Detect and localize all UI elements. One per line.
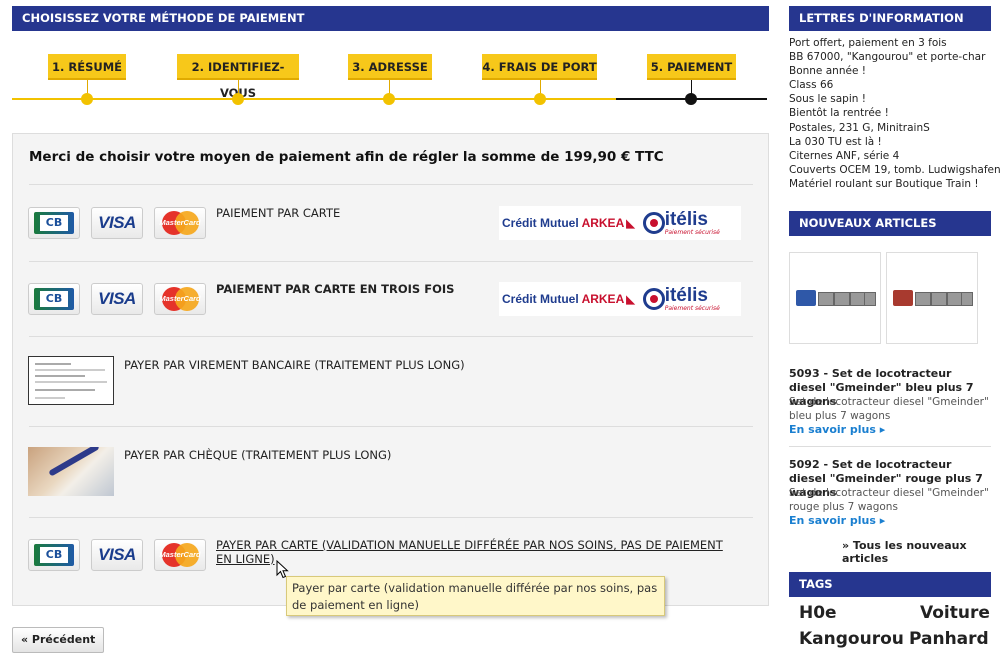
- step-summary[interactable]: 1. RÉSUMÉ: [48, 54, 126, 80]
- newsletter-item[interactable]: Bonne année !: [789, 64, 1001, 78]
- chevron-right-icon: ▸: [879, 423, 886, 436]
- read-more-link[interactable]: En savoir plus ▸: [789, 423, 885, 436]
- step-dot-current: [685, 93, 697, 105]
- step-connector: [691, 80, 692, 94]
- cb-card-icon[interactable]: [28, 207, 80, 239]
- newsletter-header: LETTRES D'INFORMATION: [789, 6, 991, 31]
- cheque-icon[interactable]: [28, 447, 114, 496]
- newsletter-item[interactable]: Class 66: [789, 78, 1001, 92]
- newsletter-item[interactable]: Postales, 231 G, MinitrainS: [789, 121, 1001, 135]
- step-connector: [389, 80, 390, 94]
- bank-transfer-icon[interactable]: [28, 356, 114, 405]
- read-more-link[interactable]: En savoir plus ▸: [789, 514, 885, 527]
- divider: [29, 336, 753, 337]
- bank-logo: Crédit Mutuel ARKEA ◣ itélis Paiement sécu…: [499, 282, 741, 316]
- newsletter-item[interactable]: Port offert, paiement en 3 fois: [789, 36, 1001, 50]
- step-identify[interactable]: 2. IDENTIFIEZ-VOUS: [177, 54, 299, 100]
- newsletter-item[interactable]: Bientôt la rentrée !: [789, 106, 1001, 120]
- newsletter-item[interactable]: BB 67000, "Kangourou" et porte-char: [789, 50, 1001, 64]
- tag-link[interactable]: Panhard: [909, 629, 989, 649]
- mastercard-icon[interactable]: MasterCard: [154, 539, 206, 571]
- previous-button[interactable]: « Précédent: [12, 627, 105, 653]
- tooltip: Payer par carte (validation manuelle dif…: [286, 576, 665, 616]
- visa-card-icon[interactable]: VISA: [91, 539, 143, 571]
- step-shipping[interactable]: 4. FRAIS DE PORT: [482, 54, 597, 80]
- cb-card-icon[interactable]: [28, 539, 80, 571]
- product-description: Set de locotracteur diesel "Gmeinder" bl…: [789, 396, 989, 422]
- step-dot: [534, 93, 546, 105]
- payment-prompt: Merci de choisir votre moyen de paiement…: [29, 149, 664, 165]
- step-connector: [238, 80, 239, 94]
- payment-options-panel: Merci de choisir votre moyen de paiement…: [12, 133, 769, 606]
- tag-link[interactable]: Voiture: [920, 603, 990, 623]
- newsletter-item[interactable]: Sous le sapin !: [789, 92, 1001, 106]
- option-cheque[interactable]: PAYER PAR CHÈQUE (TRAITEMENT PLUS LONG): [124, 448, 391, 462]
- mastercard-icon[interactable]: MasterCard: [154, 283, 206, 315]
- divider: [29, 517, 753, 518]
- tags-header: TAGS: [789, 572, 991, 597]
- newsletter-item[interactable]: La 030 TU est là !: [789, 135, 1001, 149]
- cb-card-icon[interactable]: [28, 283, 80, 315]
- option-card-manual[interactable]: PAYER PAR CARTE (VALIDATION MANUELLE DIF…: [216, 538, 723, 566]
- bank-logo: Crédit Mutuel ARKEA ◣ itélis Paiement sécu…: [499, 206, 741, 240]
- product-description: Set de locotracteur diesel "Gmeinder" ro…: [789, 487, 989, 513]
- visa-card-icon[interactable]: VISA: [91, 207, 143, 239]
- step-payment: 5. PAIEMENT: [647, 54, 736, 80]
- option-bank-transfer[interactable]: PAYER PAR VIREMENT BANCAIRE (TRAITEMENT …: [124, 358, 465, 372]
- chevron-right-icon: ▸: [879, 514, 886, 527]
- option-card[interactable]: PAIEMENT PAR CARTE: [216, 206, 340, 220]
- progress-line-done: [12, 98, 616, 100]
- step-address[interactable]: 3. ADRESSE: [348, 54, 432, 80]
- newsletter-item[interactable]: Matériel roulant sur Boutique Train !: [789, 177, 1001, 191]
- newsletter-item[interactable]: Couverts OCEM 19, tomb. Ludwigshafen: [789, 163, 1001, 177]
- tag-link[interactable]: H0e: [799, 603, 837, 623]
- divider: [29, 426, 753, 427]
- step-dot: [232, 93, 244, 105]
- step-dot: [81, 93, 93, 105]
- newsletter-list: Port offert, paiement en 3 fois BB 67000…: [789, 36, 1001, 191]
- divider: [29, 184, 753, 185]
- visa-card-icon[interactable]: VISA: [91, 283, 143, 315]
- new-articles-header: NOUVEAUX ARTICLES: [789, 211, 991, 236]
- product-image[interactable]: [789, 252, 881, 344]
- payment-method-header: CHOISISSEZ VOTRE MÉTHODE DE PAIEMENT: [12, 6, 769, 31]
- step-connector: [540, 80, 541, 94]
- mastercard-icon[interactable]: MasterCard: [154, 207, 206, 239]
- all-new-articles-link[interactable]: » Tous les nouveaux articles: [842, 539, 1003, 565]
- newsletter-item[interactable]: Citernes ANF, série 4: [789, 149, 1001, 163]
- tag-link[interactable]: Kangourou: [799, 629, 904, 649]
- divider: [29, 261, 753, 262]
- checkout-steps: 1. RÉSUMÉ 2. IDENTIFIEZ-VOUS 3. ADRESSE …: [12, 40, 769, 120]
- option-card-three-times[interactable]: PAIEMENT PAR CARTE EN TROIS FOIS: [216, 282, 454, 296]
- step-connector: [87, 80, 88, 94]
- step-dot: [383, 93, 395, 105]
- divider: [789, 446, 991, 447]
- product-image[interactable]: [886, 252, 978, 344]
